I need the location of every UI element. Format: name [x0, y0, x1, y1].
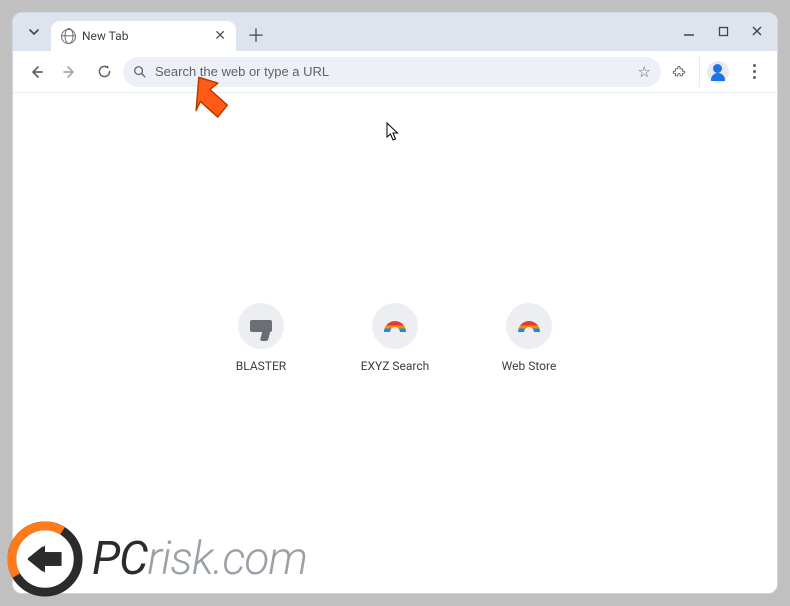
reload-button[interactable] — [89, 57, 119, 87]
shortcut-exyz-search[interactable]: EXYZ Search — [345, 303, 445, 373]
tab-search-button[interactable] — [21, 19, 47, 45]
shortcut-label: Web Store — [502, 359, 557, 373]
browser-window: New Tab ✕ ＋ — [12, 12, 778, 594]
shortcut-blaster[interactable]: BLASTER — [211, 303, 311, 373]
globe-icon — [61, 29, 76, 44]
shortcut-row: BLASTER EXYZ Search Web Store — [211, 303, 579, 373]
forward-button[interactable] — [55, 57, 85, 87]
shortcut-icon-circle — [506, 303, 552, 349]
maximize-icon — [718, 26, 729, 37]
kebab-icon — [753, 64, 756, 79]
address-input[interactable] — [155, 64, 630, 79]
shortcut-icon-circle — [238, 303, 284, 349]
profile-button[interactable] — [699, 57, 735, 87]
new-tab-button[interactable]: ＋ — [242, 21, 270, 49]
rainbow-icon — [518, 321, 540, 332]
window-close-button[interactable] — [741, 19, 773, 43]
back-button[interactable] — [21, 57, 51, 87]
reload-icon — [96, 63, 113, 80]
tab-active[interactable]: New Tab ✕ — [51, 21, 236, 51]
chevron-down-icon — [28, 26, 40, 38]
toolbar: ☆ — [13, 51, 777, 93]
tab-close-button[interactable]: ✕ — [212, 29, 228, 43]
window-controls — [673, 19, 773, 43]
minimize-icon — [683, 25, 695, 37]
shortcut-icon-circle — [372, 303, 418, 349]
main-menu-button[interactable] — [739, 57, 769, 87]
rainbow-icon — [384, 321, 406, 332]
window-minimize-button[interactable] — [673, 19, 705, 43]
tab-strip: New Tab ✕ ＋ — [13, 13, 777, 51]
search-icon — [133, 65, 147, 79]
tab-title: New Tab — [82, 29, 206, 43]
shortcut-label: EXYZ Search — [361, 359, 430, 373]
arrow-right-icon — [61, 63, 79, 81]
gun-icon — [250, 320, 272, 332]
page-content: BLASTER EXYZ Search Web Store — [13, 93, 777, 593]
avatar-icon — [707, 61, 729, 83]
bookmark-star-button[interactable]: ☆ — [638, 63, 651, 81]
puzzle-icon — [672, 63, 689, 80]
shortcut-label: BLASTER — [236, 359, 286, 373]
arrow-left-icon — [27, 63, 45, 81]
window-maximize-button[interactable] — [707, 19, 739, 43]
shortcut-web-store[interactable]: Web Store — [479, 303, 579, 373]
close-icon — [751, 25, 763, 37]
extensions-button[interactable] — [665, 57, 695, 87]
omnibox[interactable]: ☆ — [123, 57, 661, 87]
